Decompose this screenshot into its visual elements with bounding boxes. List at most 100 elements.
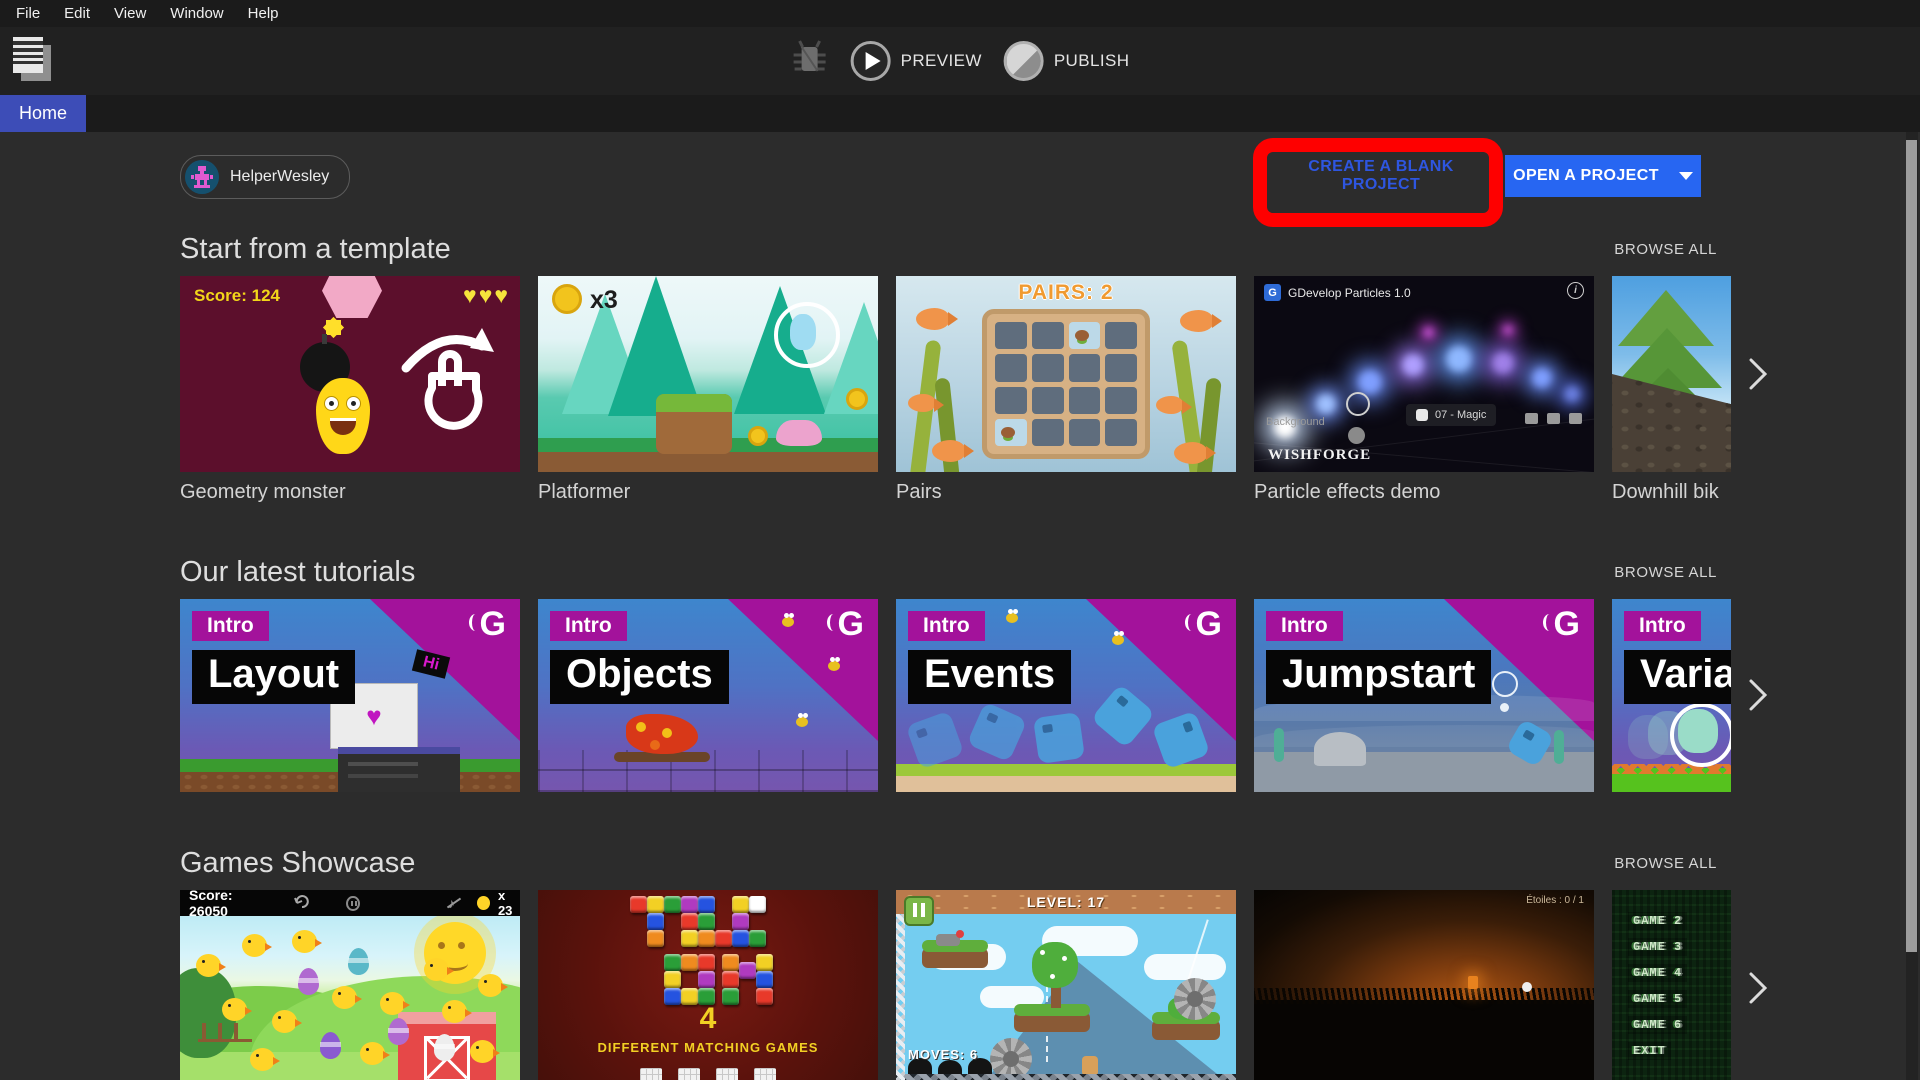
gdevelop-logo-icon: G xyxy=(480,605,506,644)
tutorial-card-jumpstart[interactable]: G Intro Jumpstart xyxy=(1254,599,1594,792)
open-project-label: OPEN A PROJECT xyxy=(1513,167,1659,185)
easter-egg xyxy=(388,1018,409,1045)
particle xyxy=(1316,394,1336,414)
showcase-card-puzzle-platformer[interactable]: LEVEL: 17 MOVES: 6 xyxy=(896,890,1236,1080)
create-blank-project-button[interactable]: CREATE A BLANK PROJECT xyxy=(1271,157,1491,195)
seaweed xyxy=(1554,730,1564,764)
tutorial-card-objects[interactable]: G Intro Objects xyxy=(538,599,878,792)
chick xyxy=(222,998,247,1021)
gdevelop-logo-icon: G xyxy=(1554,605,1580,644)
thumbnail: Score: 124 ♥♥♥ xyxy=(180,276,520,472)
menu-bar: File Edit View Window Help xyxy=(0,0,1920,27)
music-muted-icon: ♪ xyxy=(448,895,455,911)
carousel-next-button[interactable] xyxy=(1737,675,1777,715)
thumbnail: 4 DIFFERENT MATCHING GAMES xyxy=(538,890,878,1080)
publish-label: PUBLISH xyxy=(1054,51,1130,71)
player-character xyxy=(774,302,840,368)
platform xyxy=(1014,1012,1090,1032)
moves-label: MOVES: 6 xyxy=(908,1047,978,1062)
showcase-card-retro-menu[interactable]: GAME 2 GAME 3 GAME 4 GAME 5 GAME 6 EXIT xyxy=(1612,890,1731,1080)
tutorial-word: Objects xyxy=(550,650,729,704)
eye xyxy=(324,396,339,411)
intro-badge: Intro xyxy=(1266,611,1343,641)
chick xyxy=(424,958,449,981)
chick xyxy=(242,934,267,957)
gdevelop-logo-icon: G xyxy=(1264,284,1281,301)
tutorial-card-events[interactable]: G Intro Events xyxy=(896,599,1236,792)
game-hud-bar: Score: 26050 ♪ x 23 xyxy=(180,890,520,916)
easter-egg xyxy=(320,1032,341,1059)
tab-home[interactable]: Home xyxy=(0,95,86,132)
menu-window[interactable]: Window xyxy=(158,5,235,22)
open-project-button[interactable]: OPEN A PROJECT xyxy=(1505,155,1701,197)
coin-icon xyxy=(748,426,768,446)
menu-row: GAME 4 xyxy=(1628,964,1687,982)
menu-edit[interactable]: Edit xyxy=(52,5,102,22)
preset-icon xyxy=(1416,409,1428,421)
showcase-card-easter-chicks[interactable]: Score: 26050 ♪ x 23 xyxy=(180,890,520,1080)
section-latest-tutorials: Our latest tutorials BROWSE ALL G ♥ Hi I… xyxy=(180,556,1731,792)
bee xyxy=(1006,613,1018,623)
tumbling-character xyxy=(967,702,1028,763)
mouth xyxy=(330,418,356,435)
tab-strip: Home xyxy=(0,95,1920,132)
menu-file[interactable]: File xyxy=(4,5,52,22)
preview-button[interactable]: PREVIEW xyxy=(851,41,982,81)
intro-badge: Intro xyxy=(1624,611,1701,641)
menu-row: EXIT xyxy=(1628,1042,1671,1060)
carousel-next-button[interactable] xyxy=(1737,354,1777,394)
tutorial-card-layout[interactable]: G ♥ Hi Intro Layout xyxy=(180,599,520,792)
showcase-card-tile-on[interactable]: 4 DIFFERENT MATCHING GAMES xyxy=(538,890,878,1080)
avatar xyxy=(185,160,219,194)
template-card-particle-effects[interactable]: G GDevelop Particles 1.0 i xyxy=(1254,276,1594,504)
scrollbar-thumb[interactable] xyxy=(1906,140,1917,952)
chick xyxy=(478,974,503,997)
cloud xyxy=(1144,954,1226,980)
template-card-geometry-monster[interactable]: Score: 124 ♥♥♥ xyxy=(180,276,520,504)
score-label: Score: 26050 xyxy=(189,890,264,919)
particle-spark xyxy=(1504,326,1512,334)
chevron-down-icon xyxy=(1679,172,1693,180)
project-manager-button[interactable] xyxy=(12,36,58,86)
browse-all-button[interactable]: BROWSE ALL xyxy=(1614,855,1731,872)
particle xyxy=(1564,386,1580,402)
home-header-row: HelperWesley CREATE A BLANK PROJECT OPEN… xyxy=(180,155,1731,197)
fish xyxy=(1174,442,1208,464)
demo-title: GDevelop Particles 1.0 xyxy=(1288,286,1411,300)
objects-panel xyxy=(338,747,460,792)
preset-label: 07 - Magic xyxy=(1435,409,1486,421)
menu-help[interactable]: Help xyxy=(236,5,291,22)
number-label: 4 xyxy=(538,1002,878,1036)
carousel-next-button[interactable] xyxy=(1737,968,1777,1008)
hearts-icons: ♥♥♥ xyxy=(463,282,510,309)
template-card-platformer[interactable]: x3 Platformer xyxy=(538,276,878,504)
browse-all-button[interactable]: BROWSE ALL xyxy=(1614,564,1731,581)
character xyxy=(1082,1056,1098,1076)
publish-button[interactable]: PUBLISH xyxy=(1004,41,1130,81)
easter-egg xyxy=(298,968,319,995)
intro-badge: Intro xyxy=(192,611,269,641)
thumbnail: G ♥ Hi Intro Layout xyxy=(180,599,520,792)
template-card-pairs[interactable]: PAIRS: 2 Pairs xyxy=(896,276,1236,504)
info-icon: i xyxy=(1567,282,1584,299)
bubble-ring xyxy=(1492,671,1518,697)
showcase-card-night-scene[interactable]: Étoiles : 0 / 1 xyxy=(1254,890,1594,1080)
particle xyxy=(1492,352,1514,374)
browse-all-button[interactable]: BROWSE ALL xyxy=(1614,241,1731,258)
intro-badge: Intro xyxy=(908,611,985,641)
fish xyxy=(908,394,936,412)
tutorial-word: Jumpstart xyxy=(1266,650,1491,704)
undo-icon xyxy=(294,894,310,913)
wall-spikes xyxy=(896,914,905,1080)
menu-row: GAME 2 xyxy=(1628,912,1687,930)
template-card-downhill-bike[interactable]: G Downhill bik xyxy=(1612,276,1731,504)
menu-view[interactable]: View xyxy=(102,5,158,22)
user-profile-chip[interactable]: HelperWesley xyxy=(180,155,350,199)
bee xyxy=(782,617,794,627)
tutorial-card-variables[interactable]: G +1 Intro Variab xyxy=(1612,599,1731,792)
chick xyxy=(470,1040,495,1063)
pairs-counter: PAIRS: 2 xyxy=(896,281,1236,305)
easter-egg xyxy=(348,948,369,975)
thumbnail: GAME 2 GAME 3 GAME 4 GAME 5 GAME 6 EXIT xyxy=(1612,890,1731,1080)
social-icons xyxy=(1525,413,1582,424)
